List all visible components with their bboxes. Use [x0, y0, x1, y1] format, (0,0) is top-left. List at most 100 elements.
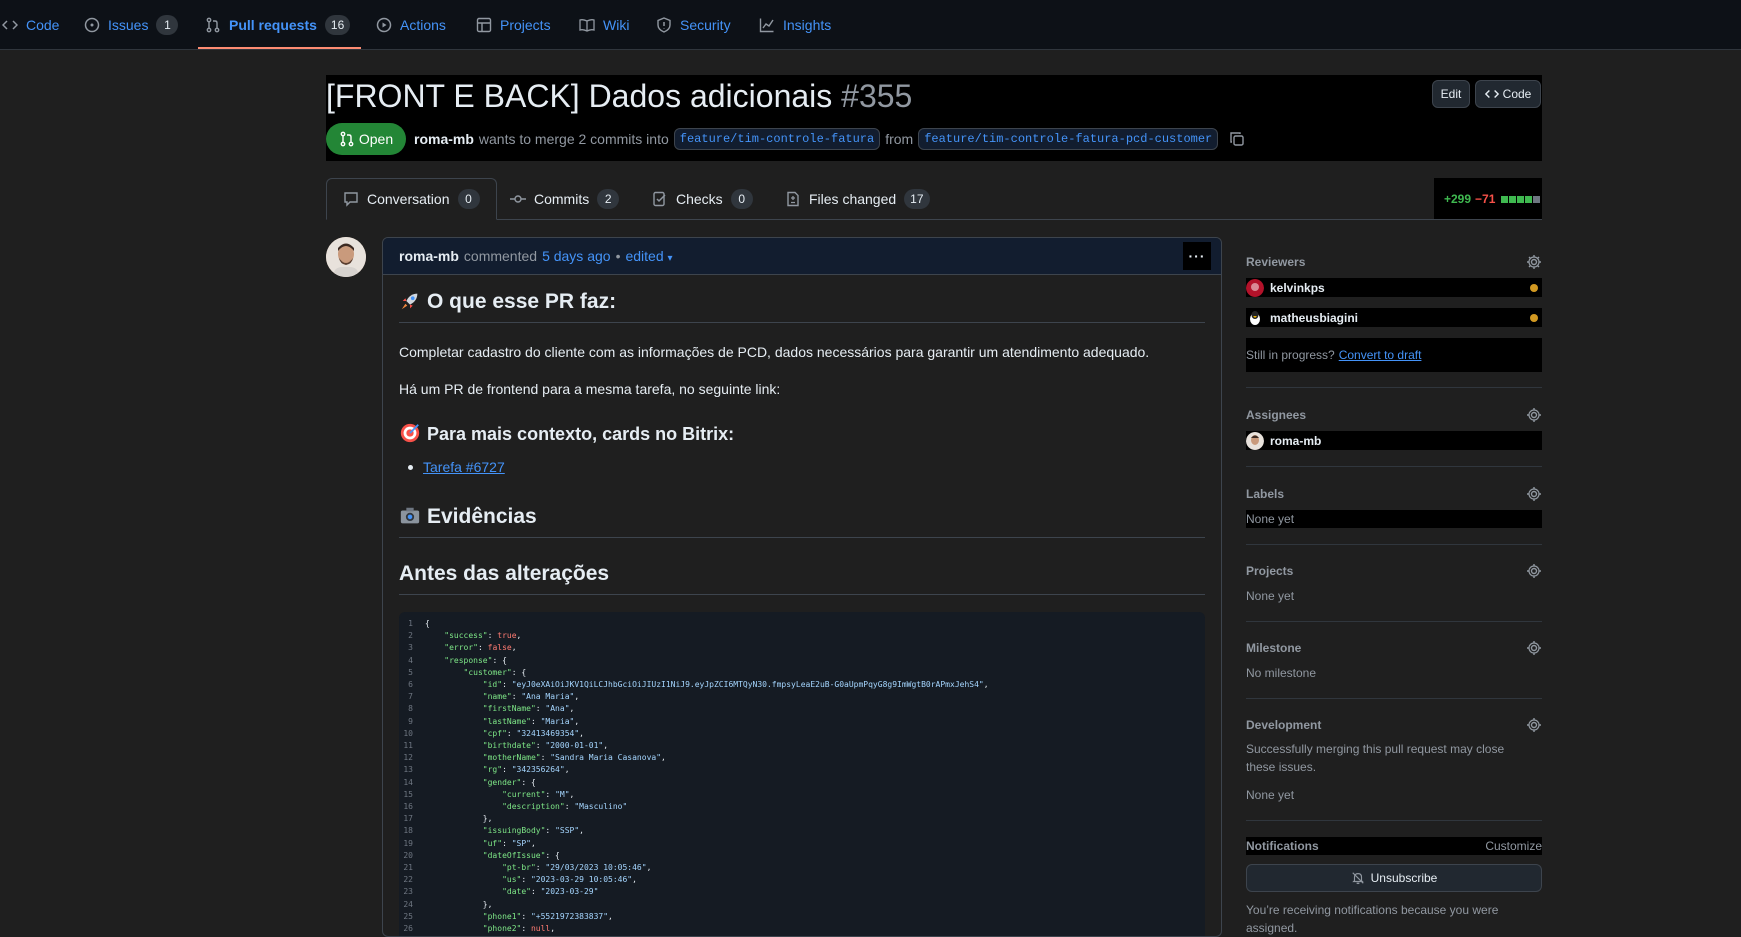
pr-tabs: Conversation 0 Commits 2 Checks 0 Files … [326, 178, 1542, 220]
nav-insights[interactable]: Insights [759, 0, 831, 50]
nav-insights-label: Insights [783, 17, 832, 33]
labels-title[interactable]: Labels [1246, 484, 1542, 504]
line-number: 2 [408, 631, 413, 641]
code-line: 22 "us": "2023-03-29 10:05:46", [399, 874, 637, 886]
code-button-label: Code [1502, 87, 1532, 101]
code-text: "success": true, [444, 631, 522, 641]
task-link[interactable]: Tarefa #6727 [423, 459, 505, 475]
nav-actions-label: Actions [400, 17, 446, 33]
line-number: 7 [408, 692, 413, 702]
development-title[interactable]: Development [1246, 715, 1542, 735]
milestone-section: Milestone [1246, 638, 1542, 658]
line-number: 25 [403, 911, 413, 921]
tab-files-changed[interactable]: Files changed 17 [785, 178, 930, 219]
divider [1246, 466, 1542, 467]
assignee-name: roma-mb [1270, 433, 1322, 448]
copy-icon[interactable] [1229, 131, 1245, 147]
line-number: 4 [408, 655, 413, 665]
tab-checks[interactable]: Checks 0 [652, 178, 753, 219]
code-text: "current": "M", [502, 789, 575, 799]
gear-icon[interactable] [1526, 254, 1542, 270]
code-text: { [425, 619, 430, 628]
code-text: "cpf": "32413469354", [482, 728, 584, 738]
code-line: 20 "dateOfIssue": { [399, 850, 560, 862]
code-line: 19 "uf": "SP", [399, 838, 535, 850]
convert-to-draft-link[interactable]: Convert to draft [1339, 348, 1422, 362]
nav-pull-requests[interactable]: Pull requests 16 [205, 0, 351, 50]
pr-author-link[interactable]: roma-mb [414, 131, 474, 147]
tab-conversation[interactable]: Conversation 0 [326, 178, 497, 220]
code-button[interactable]: Code [1475, 80, 1541, 108]
active-tab-underline [198, 47, 361, 49]
tab-conversation-count: 0 [457, 189, 480, 209]
nav-projects[interactable]: Projects [476, 0, 551, 50]
projects-title[interactable]: Projects [1246, 561, 1542, 581]
comment-author[interactable]: roma-mb [399, 248, 459, 264]
gear-icon[interactable] [1526, 640, 1542, 656]
development-text: Successfully merging this pull request m… [1246, 742, 1505, 774]
line-number: 1 [408, 619, 413, 628]
nav-issues-label: Issues [108, 17, 149, 33]
tab-commits[interactable]: Commits 2 [510, 178, 620, 219]
reviewer-row[interactable]: matheusbiagini [1246, 308, 1542, 327]
line-number: 6 [408, 680, 413, 689]
base-branch[interactable]: feature/tim-controle-fatura [673, 128, 881, 150]
pr-state-label: Open [358, 131, 394, 147]
nav-issues[interactable]: Issues 1 [84, 0, 179, 50]
pull-request-icon [206, 17, 220, 33]
diffstat-deletions: −71 [1475, 191, 1496, 206]
nav-security[interactable]: Security [656, 0, 731, 50]
development-section: Development [1246, 715, 1542, 735]
unsubscribe-button[interactable]: Unsubscribe [1246, 864, 1542, 892]
issues-count: 1 [156, 15, 179, 35]
notifications-header: Notifications Customize [1246, 837, 1542, 855]
line-number: 24 [403, 899, 413, 909]
milestone-value: No milestone [1246, 666, 1317, 680]
divider [1246, 544, 1542, 545]
pr-header: [FRONT E BACK] Dados adicionais #355 Edi… [326, 75, 1542, 161]
code-text: "firstName": "Ana", [482, 704, 575, 714]
diffstat: +299 −71 [1434, 178, 1542, 219]
assignees-title[interactable]: Assignees [1246, 405, 1542, 425]
avatar [1246, 431, 1264, 450]
code-text: "gender": { [482, 777, 536, 787]
code-line: 12 "motherName": "Sandra Maria Casanova"… [399, 752, 665, 764]
author-avatar[interactable] [326, 237, 366, 277]
line-number: 17 [403, 814, 413, 824]
pr-meta: roma-mb wants to merge 2 commits into fe… [414, 128, 1245, 150]
nav-wiki[interactable]: Wiki [579, 0, 629, 50]
milestone-title[interactable]: Milestone [1246, 638, 1542, 658]
avatar [1246, 308, 1264, 327]
customize-link[interactable]: Customize [1485, 839, 1542, 853]
gear-icon[interactable] [1526, 407, 1542, 423]
gear-icon[interactable] [1526, 717, 1542, 733]
head-branch[interactable]: feature/tim-controle-fatura-pcd-customer [918, 128, 1219, 150]
code-text: "lastName": "Maria", [482, 716, 580, 726]
nav-code[interactable]: Code [2, 0, 59, 50]
gear-icon[interactable] [1526, 563, 1542, 579]
chevron-down-icon: ▾ [667, 253, 673, 264]
edit-button[interactable]: Edit [1432, 80, 1470, 108]
edited-dropdown[interactable]: edited ▾ [625, 248, 672, 264]
gear-icon[interactable] [1526, 486, 1542, 502]
notifications-title: Notifications [1246, 839, 1319, 853]
divider [1246, 820, 1542, 821]
code-line: 18 "issuingBody": "SSP", [399, 825, 584, 837]
assignee-row[interactable]: roma-mb [1246, 431, 1542, 450]
nav-actions[interactable]: Actions [376, 0, 446, 50]
tab-files-changed-count: 17 [904, 188, 930, 209]
nav-code-label: Code [26, 17, 60, 33]
code-text: "name": "Ana Maria", [482, 692, 580, 702]
reviewers-title[interactable]: Reviewers [1246, 252, 1542, 272]
heading-what-pr-does: O que esse PR faz: [399, 290, 1205, 323]
development-value: None yet [1246, 788, 1295, 802]
avatar [1246, 278, 1264, 297]
code-line: 21 "pt-br": "29/03/2023 10:05:46", [399, 862, 651, 874]
code-line: 11 "birthdate": "2000-01-01", [399, 740, 608, 752]
comment-timestamp[interactable]: 5 days ago [542, 248, 611, 264]
reviewer-row[interactable]: kelvinkps [1246, 278, 1542, 297]
comment-options-button[interactable]: ··· [1183, 242, 1211, 270]
nav-pull-requests-label: Pull requests [229, 17, 317, 33]
code-text: "description": "Masculino" [502, 802, 628, 811]
projects-value: None yet [1246, 589, 1295, 603]
